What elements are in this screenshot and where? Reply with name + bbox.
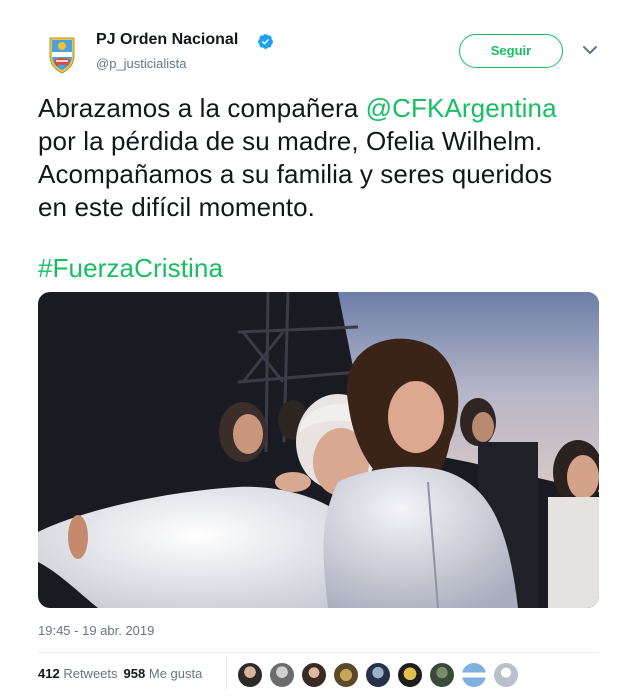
tweet-line: Abrazamos a la compañera @CFKArgentina bbox=[38, 92, 608, 125]
liker-avatar[interactable] bbox=[429, 662, 455, 688]
liker-avatar[interactable] bbox=[461, 662, 487, 688]
tweet-line: en este difícil momento. bbox=[38, 192, 315, 222]
liker-avatar[interactable] bbox=[365, 662, 391, 688]
tweet-text: Abrazamos a la compañera @CFKArgentina p… bbox=[38, 92, 608, 285]
author-name[interactable]: PJ Orden Nacional bbox=[96, 31, 238, 49]
tweet-card: PJ Orden Nacional @p_justicialista Segui… bbox=[0, 0, 635, 700]
author-avatar[interactable] bbox=[38, 30, 86, 78]
divider bbox=[38, 652, 599, 653]
party-shield-logo-icon bbox=[49, 37, 75, 74]
stats-separator bbox=[226, 656, 227, 690]
chevron-down-icon[interactable] bbox=[582, 44, 598, 56]
liker-avatar[interactable] bbox=[269, 662, 295, 688]
tweet-timestamp[interactable]: 19:45 - 19 abr. 2019 bbox=[38, 623, 154, 638]
retweets-count: 412 bbox=[38, 666, 60, 681]
liker-avatar[interactable] bbox=[301, 662, 327, 688]
liker-avatar[interactable] bbox=[493, 662, 519, 688]
tweet-photo[interactable] bbox=[38, 292, 599, 608]
tweet-stats: 412 Retweets 958 Me gusta bbox=[38, 666, 202, 681]
liker-avatar[interactable] bbox=[237, 662, 263, 688]
verified-badge-icon bbox=[258, 34, 273, 49]
tweet-line: por la pérdida de su madre, Ofelia Wilhe… bbox=[38, 126, 543, 156]
likes-label: Me gusta bbox=[148, 666, 203, 681]
photo-two-women-embracing-icon bbox=[38, 292, 599, 608]
mention-link[interactable]: @CFKArgentina bbox=[366, 93, 557, 123]
author-handle[interactable]: @p_justicialista bbox=[96, 56, 187, 71]
liker-avatar[interactable] bbox=[333, 662, 359, 688]
retweets-label: Retweets bbox=[63, 666, 118, 681]
follow-button[interactable]: Seguir bbox=[459, 34, 563, 68]
likes-count: 958 bbox=[123, 666, 146, 681]
retweets-stat[interactable]: 412 Retweets bbox=[38, 666, 118, 681]
tweet-line: Acompañamos a su familia y seres querido… bbox=[38, 159, 553, 189]
hashtag-link[interactable]: #FuerzaCristina bbox=[38, 253, 223, 283]
tweet-text-segment: Abrazamos a la compañera bbox=[38, 93, 366, 123]
liker-avatar[interactable] bbox=[397, 662, 423, 688]
likes-stat[interactable]: 958 Me gusta bbox=[124, 666, 203, 681]
